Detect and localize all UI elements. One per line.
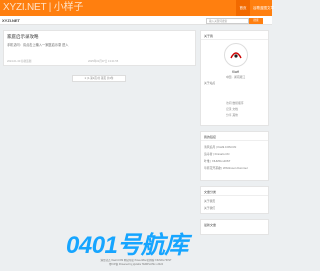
footer-copyright: 粤ICP备 Powered by jcjxiahu TEMPLATE v 202…: [109, 263, 163, 266]
friend-link[interactable]: 清风追月 | Kiwi9.COM.CN: [204, 145, 236, 149]
post-date: 2025年01月07日 13:21:55: [88, 60, 119, 63]
sub-header-bar: XYZI.NET 输入关键词搜索 搜索: [0, 16, 272, 25]
profile-widget: 关于我 Kiwif 中国 · 湖南湘江 关于站点 访问 数组顺序 记录 文档 分…: [200, 30, 269, 126]
profile-about-link[interactable]: 关于站点: [204, 81, 215, 85]
friend-link[interactable]: 草原花开茶歌 | Whirlmoon Kommel: [204, 166, 247, 170]
pagination[interactable]: 1 | 1 第1页/共 第页 共3条: [72, 75, 126, 82]
links-widget: 我的链接 清风追月 | Kiwi9.COM.CN 追寻者 | Finnaris.…: [200, 131, 269, 181]
profile-stat: 访问 数组顺序: [226, 101, 244, 105]
archive-widget: 文章分类 关于我页 关于我们: [200, 186, 269, 214]
recent-widget: 最新文章: [200, 219, 269, 235]
profile-heading: 关于我: [204, 34, 214, 38]
profile-stat: 记录 文档: [226, 107, 238, 111]
top-navigation-bar: XYZI.NET | 小样子 首页 谷歌蓝图文章: [0, 0, 274, 16]
post-title[interactable]: 家庭启示录攻略: [7, 34, 39, 40]
site-domain: XYZI.NET: [2, 18, 21, 23]
avatar-logo-icon: [227, 46, 245, 64]
friend-link[interactable]: 追寻者 | Finnaris.CN: [204, 152, 229, 156]
search-input[interactable]: 输入关键词搜索: [206, 17, 249, 24]
search-button[interactable]: 搜索: [249, 17, 263, 24]
archive-item[interactable]: 关于我页: [204, 199, 215, 203]
post-meta: 2024-01-30 谷歌蓝图: [7, 60, 32, 63]
nav-item-category[interactable]: 谷歌蓝图文章: [253, 0, 274, 16]
divider: [201, 195, 268, 196]
avatar: [224, 43, 248, 67]
friend-link[interactable]: 叶维 | XIUMIG.HOST: [204, 159, 230, 163]
post-excerpt: 手机访问：请点击上输入一家庭启示录 进入: [7, 43, 69, 47]
profile-name: Kiwif: [232, 70, 239, 74]
post-card: 家庭启示录攻略 手机访问：请点击上输入一家庭启示录 进入 2024-01-30 …: [3, 30, 196, 66]
divider: [201, 140, 268, 141]
watermark-text: 0401号航库: [66, 232, 188, 259]
archive-item[interactable]: 关于我们: [204, 206, 215, 210]
profile-stat: 分享 其他: [226, 113, 238, 117]
recent-heading: 最新文章: [204, 223, 217, 227]
divider: [201, 39, 268, 40]
profile-location: 中国 · 湖南湘江: [225, 75, 246, 79]
links-heading: 我的链接: [204, 135, 217, 139]
site-logo[interactable]: XYZI.NET | 小样子: [3, 1, 83, 15]
archive-heading: 文章分类: [204, 190, 217, 194]
footer: 满足站点 Xiaol.COM 网站导航 PowerMisc的博客 XIUMIG.…: [0, 259, 272, 267]
nav-item-home[interactable]: 首页: [236, 0, 250, 16]
